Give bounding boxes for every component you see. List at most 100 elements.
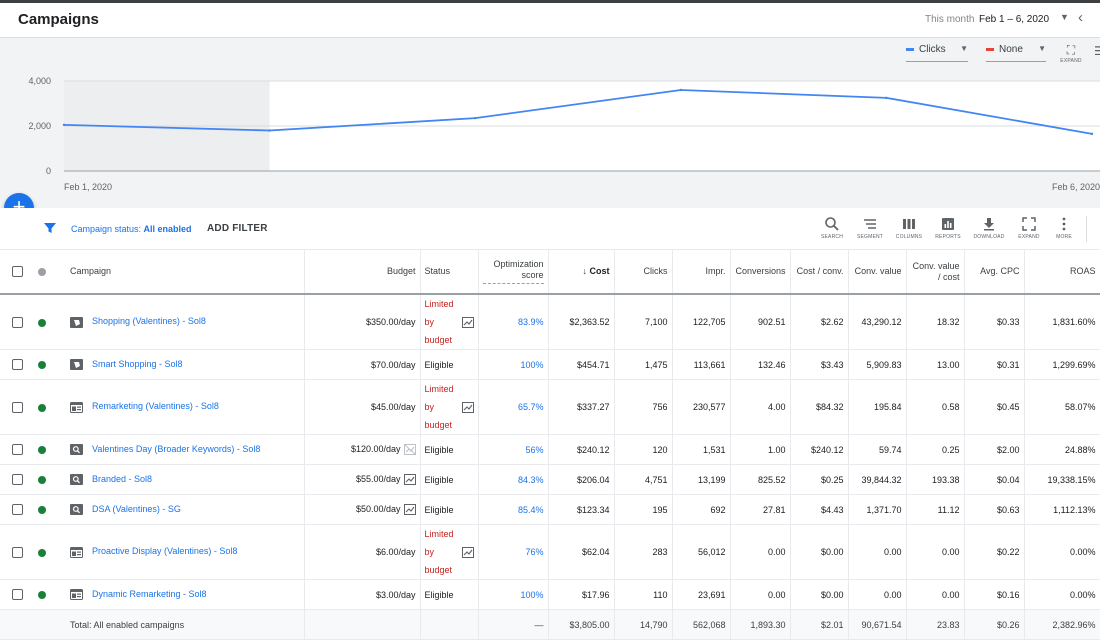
column-header-conversions[interactable]: Conversions (730, 250, 791, 295)
optimization-score-link[interactable]: 85.4% (518, 505, 544, 515)
column-header-optimization-score[interactable]: Optimization score (478, 250, 549, 295)
budget-cell[interactable]: $55.00/day (304, 464, 421, 495)
trend-chart-icon[interactable] (403, 474, 416, 486)
row-checkbox[interactable] (0, 434, 34, 465)
expand-table-button[interactable]: EXPAND (1011, 216, 1047, 240)
enabled-status-dot[interactable] (34, 434, 66, 465)
chevron-down-icon: ▼ (1038, 44, 1046, 53)
select-all-checkbox[interactable] (0, 250, 34, 295)
display-campaign-icon (70, 546, 83, 558)
optimization-score-link[interactable]: 84.3% (518, 475, 544, 485)
campaign-name-link[interactable]: Proactive Display (Valentines) - Sol8 (92, 546, 237, 556)
conv-value-per-cost-cell: 18.32 (906, 294, 965, 350)
cost-header-label: Cost (589, 266, 610, 276)
budget-value: $3.00/day (375, 589, 416, 600)
enabled-status-dot[interactable] (34, 379, 66, 435)
campaign-name-link[interactable]: Branded - Sol8 (92, 474, 152, 484)
status-limited-by-budget[interactable]: Limited by budget (425, 525, 459, 579)
metric-2-select[interactable]: None ▼ (986, 44, 1046, 62)
date-range-picker[interactable]: Feb 1 – 6, 2020 (979, 14, 1049, 25)
column-header-conv-value-per-cost[interactable]: Conv. value / cost (906, 250, 965, 295)
budget-cell[interactable]: $70.00/day (304, 349, 421, 380)
columns-button[interactable]: COLUMNS (891, 216, 927, 240)
optimization-score-link[interactable]: 56% (525, 445, 543, 455)
columns-icon (903, 219, 915, 229)
trend-chart-icon[interactable] (461, 317, 474, 329)
more-vert-icon (1062, 217, 1066, 231)
column-header-budget[interactable]: Budget (304, 250, 421, 295)
total-conv-value-per-cost-cell: 23.83 (906, 609, 965, 640)
status-text: Eligible (424, 589, 454, 600)
budget-cell[interactable]: $350.00/day (304, 294, 421, 350)
optimization-score-link[interactable]: 83.9% (518, 317, 544, 327)
download-button[interactable]: DOWNLOAD (971, 216, 1007, 240)
budget-cell[interactable]: $45.00/day (304, 379, 421, 435)
conv-value-per-cost-cell: 0.25 (906, 434, 965, 465)
optimization-score-link[interactable]: 65.7% (518, 402, 544, 412)
trend-chart-icon[interactable] (403, 504, 416, 516)
campaign-name-link[interactable]: Remarketing (Valentines) - Sol8 (92, 401, 219, 411)
row-checkbox[interactable] (0, 349, 34, 380)
column-header-roas[interactable]: ROAS (1024, 250, 1100, 295)
status-line: Limited (424, 529, 454, 539)
enabled-status-dot[interactable] (34, 349, 66, 380)
optimization-score-link[interactable]: 100% (520, 360, 543, 370)
trend-chart-icon[interactable] (461, 402, 474, 414)
optimization-score-cell: 56% (478, 434, 549, 465)
enabled-status-dot[interactable] (34, 294, 66, 350)
row-checkbox[interactable] (0, 379, 34, 435)
trend-chart-icon[interactable] (461, 547, 474, 559)
column-header-clicks[interactable]: Clicks (614, 250, 673, 295)
campaign-name-link[interactable]: Shopping (Valentines) - Sol8 (92, 316, 206, 326)
enabled-status-dot[interactable] (34, 579, 66, 610)
filter-icon[interactable] (43, 221, 57, 235)
row-checkbox[interactable] (0, 579, 34, 610)
campaign-status-filter[interactable]: Campaign status: All enabled (71, 224, 192, 234)
reports-button[interactable]: REPORTS (930, 216, 966, 240)
status-limited-by-budget[interactable]: Limited by budget (425, 295, 459, 349)
chart-disabled-icon[interactable] (403, 444, 416, 456)
chart-menu-icon[interactable]: ☰ (1094, 44, 1100, 58)
budget-cell[interactable]: $120.00/day (304, 434, 421, 465)
optimization-score-link[interactable]: 100% (520, 590, 543, 600)
status-line: by (424, 317, 435, 327)
chevron-left-icon[interactable]: ‹ (1078, 9, 1083, 26)
expand-chart-button[interactable]: ⛶ EXPAND (1058, 43, 1084, 64)
status-limited-by-budget[interactable]: Limited by budget (425, 380, 459, 434)
campaign-name-link[interactable]: DSA (Valentines) - SG (92, 504, 181, 514)
campaign-name-link[interactable]: Smart Shopping - Sol8 (92, 359, 183, 369)
columns-label: COLUMNS (895, 234, 923, 240)
status-cell: Limited by budget (420, 379, 479, 435)
campaign-name-link[interactable]: Dynamic Remarketing - Sol8 (92, 589, 207, 599)
total-opt-cell: — (478, 609, 549, 640)
row-checkbox[interactable] (0, 464, 34, 495)
budget-cell[interactable]: $6.00/day (304, 524, 421, 580)
enabled-status-dot[interactable] (34, 524, 66, 580)
add-filter-button[interactable]: ADD FILTER (207, 223, 268, 234)
row-checkbox[interactable] (0, 494, 34, 525)
column-header-avg-cpc[interactable]: Avg. CPC (964, 250, 1025, 295)
campaign-cell: Dynamic Remarketing - Sol8 (66, 579, 305, 610)
budget-cell[interactable]: $3.00/day (304, 579, 421, 610)
enabled-status-dot[interactable] (34, 494, 66, 525)
row-checkbox[interactable] (0, 294, 34, 350)
campaign-name-link[interactable]: Valentines Day (Broader Keywords) - Sol8 (92, 444, 260, 454)
column-header-impr[interactable]: Impr. (672, 250, 731, 295)
enabled-status-dot[interactable] (34, 464, 66, 495)
date-range-dropdown-icon[interactable]: ▼ (1060, 12, 1069, 22)
metric-1-select[interactable]: Clicks ▼ (906, 44, 968, 62)
sort-arrow-icon: ↓ (582, 266, 590, 276)
column-header-campaign[interactable]: Campaign (66, 250, 305, 295)
column-header-cost[interactable]: ↓ Cost (548, 250, 615, 295)
more-button[interactable]: MORE (1046, 216, 1082, 240)
table-row: Dynamic Remarketing - Sol8 $3.00/day Eligi… (0, 579, 1100, 610)
row-checkbox[interactable] (0, 524, 34, 580)
column-header-cost-per-conv[interactable]: Cost / conv. (790, 250, 849, 295)
data-point (62, 123, 66, 127)
segment-button[interactable]: SEGMENT (852, 216, 888, 240)
optimization-score-link[interactable]: 76% (525, 547, 543, 557)
column-header-status[interactable]: Status (420, 250, 479, 295)
budget-cell[interactable]: $50.00/day (304, 494, 421, 525)
column-header-conv-value[interactable]: Conv. value (848, 250, 907, 295)
search-button[interactable]: SEARCH (814, 216, 850, 240)
